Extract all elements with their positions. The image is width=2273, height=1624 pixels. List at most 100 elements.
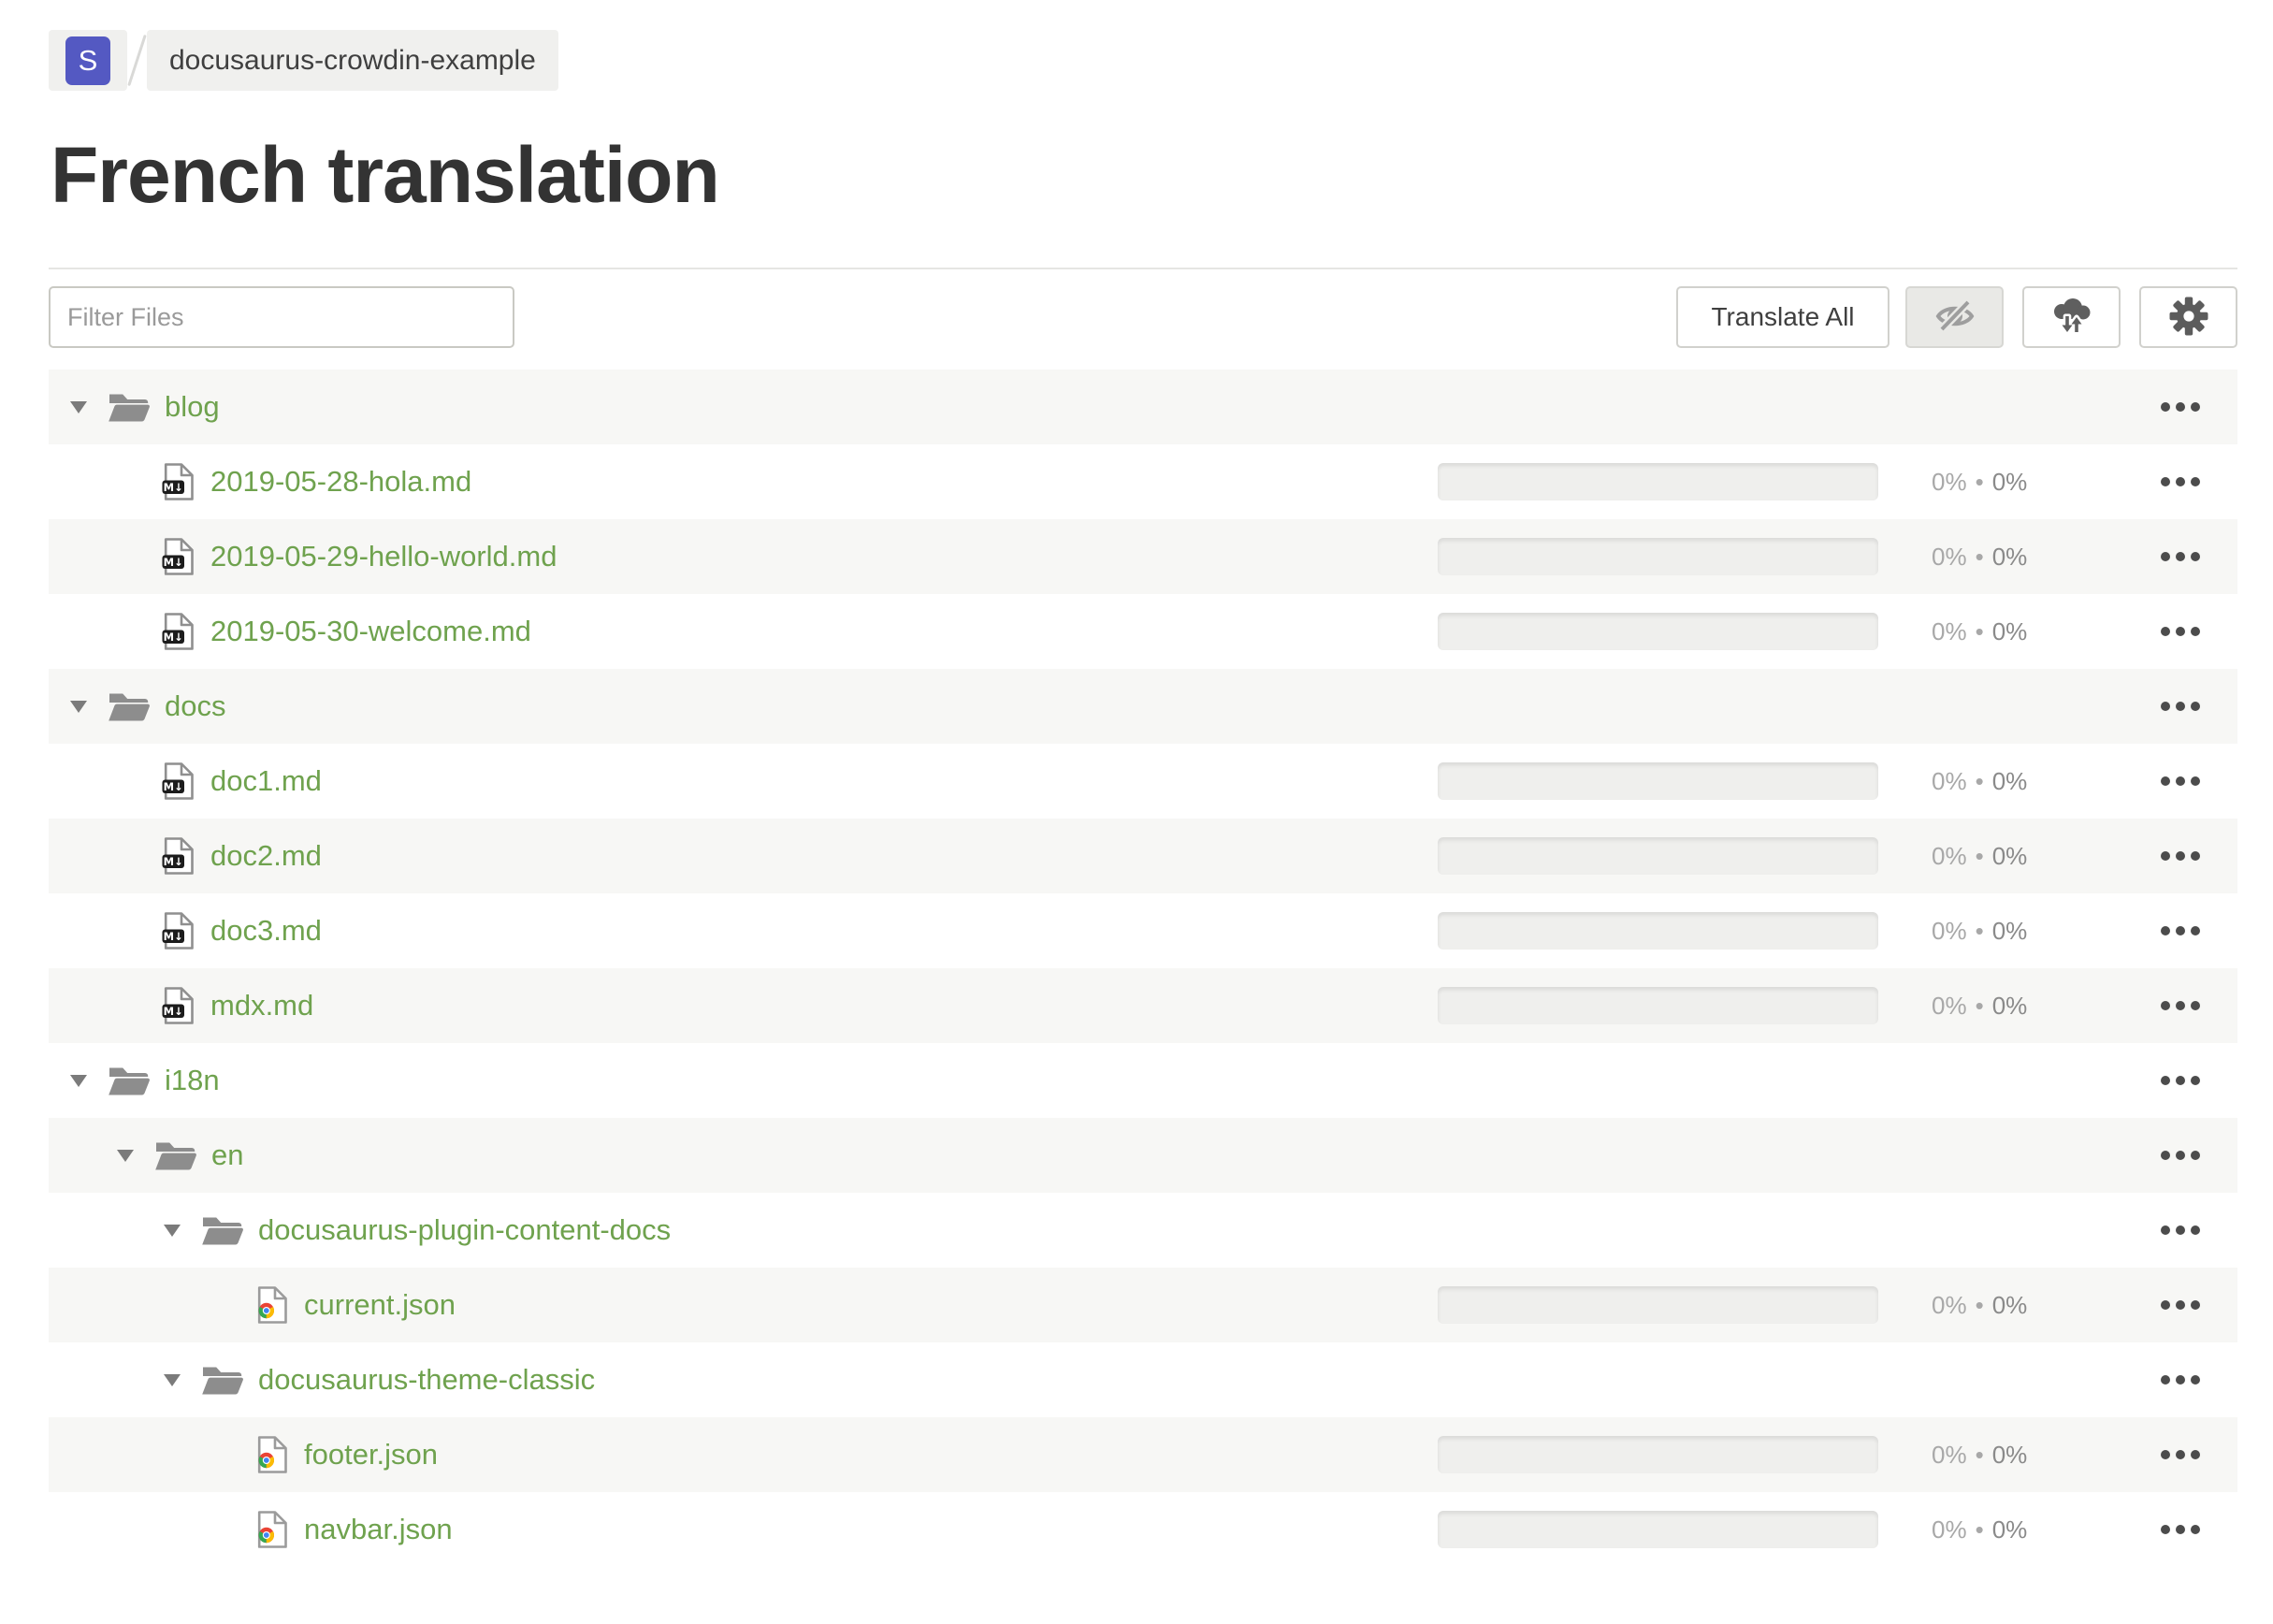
row-menu-button[interactable]	[2161, 669, 2200, 744]
svg-text:M↓: M↓	[164, 1005, 183, 1018]
collapse-caret-icon[interactable]	[117, 1149, 134, 1162]
md-file-icon: M↓	[162, 463, 194, 500]
progress-percentages: 0% • 0%	[1932, 1417, 2027, 1492]
progress-bar	[1438, 762, 1878, 800]
svg-text:M↓: M↓	[164, 855, 183, 868]
md-file-icon: M↓	[162, 538, 194, 575]
row-menu-button[interactable]	[2161, 893, 2200, 968]
row-menu-button[interactable]	[2161, 1492, 2200, 1567]
progress-bar	[1438, 987, 1878, 1024]
row-menu-button[interactable]	[2161, 968, 2200, 1043]
folder-name-link[interactable]: en	[211, 1138, 243, 1172]
collapse-caret-icon[interactable]	[70, 400, 87, 413]
row-menu-button[interactable]	[2161, 744, 2200, 819]
row-menu-button[interactable]	[2161, 1118, 2200, 1193]
settings-button[interactable]	[2139, 286, 2237, 348]
progress-percentages: 0% • 0%	[1932, 819, 2027, 893]
file-name-link[interactable]: doc1.md	[210, 764, 322, 798]
md-file-icon: M↓	[162, 987, 194, 1024]
approved-percent: 0%	[1991, 542, 2028, 571]
cloud-sync-button[interactable]	[2022, 286, 2121, 348]
collapse-caret-icon[interactable]	[70, 700, 87, 713]
folder-icon	[108, 689, 151, 723]
file-name-link[interactable]: doc3.md	[210, 914, 322, 948]
collapse-caret-icon[interactable]	[164, 1224, 181, 1237]
tree-row: M↓ 2019-05-29-hello-world.md 0% • 0%	[49, 519, 2237, 594]
translated-percent: 0%	[1932, 991, 1967, 1020]
approved-percent: 0%	[1991, 841, 2028, 870]
row-menu-button[interactable]	[2161, 444, 2200, 519]
folder-name-link[interactable]: i18n	[165, 1064, 220, 1097]
folder-icon	[201, 1213, 244, 1247]
collapse-caret-icon[interactable]	[70, 1074, 87, 1087]
svg-text:M↓: M↓	[164, 631, 183, 644]
progress-bar	[1438, 463, 1878, 500]
file-tree: blog M↓ 2019-05-28-hola.md 0% • 0% M↓ 20…	[49, 370, 2237, 1567]
progress-bar	[1438, 613, 1878, 650]
row-menu-button[interactable]	[2161, 819, 2200, 893]
translate-all-button[interactable]: Translate All	[1676, 286, 1889, 348]
percent-separator: •	[1975, 467, 1984, 496]
workspace-badge[interactable]: S	[65, 36, 110, 85]
tree-row: M↓ doc3.md 0% • 0%	[49, 893, 2237, 968]
row-menu-button[interactable]	[2161, 594, 2200, 669]
progress-percentages: 0% • 0%	[1932, 519, 2027, 594]
md-file-icon: M↓	[162, 912, 194, 950]
file-name-link[interactable]: doc2.md	[210, 839, 322, 873]
filter-files-input[interactable]	[49, 286, 514, 348]
row-menu-button[interactable]	[2161, 1043, 2200, 1118]
approved-percent: 0%	[1991, 1290, 2028, 1319]
tree-row: M↓ 2019-05-30-welcome.md 0% • 0%	[49, 594, 2237, 669]
row-menu-button[interactable]	[2161, 1342, 2200, 1417]
svg-text:M↓: M↓	[164, 780, 183, 793]
tree-row: docusaurus-plugin-content-docs	[49, 1193, 2237, 1268]
hidden-strings-toggle-button[interactable]	[1905, 286, 2004, 348]
header-divider	[49, 268, 2237, 269]
tree-row: blog	[49, 370, 2237, 444]
svg-text:M↓: M↓	[164, 556, 183, 569]
progress-percentages: 0% • 0%	[1932, 1492, 2027, 1567]
tree-row: navbar.json 0% • 0%	[49, 1492, 2237, 1567]
percent-separator: •	[1975, 766, 1984, 795]
translated-percent: 0%	[1932, 542, 1967, 571]
row-menu-button[interactable]	[2161, 519, 2200, 594]
file-name-link[interactable]: mdx.md	[210, 989, 313, 1022]
row-menu-button[interactable]	[2161, 1417, 2200, 1492]
folder-name-link[interactable]: docusaurus-plugin-content-docs	[258, 1213, 671, 1247]
file-name-link[interactable]: footer.json	[304, 1438, 438, 1472]
approved-percent: 0%	[1991, 991, 2028, 1020]
translated-percent: 0%	[1932, 1440, 1967, 1469]
file-name-link[interactable]: 2019-05-28-hola.md	[210, 465, 471, 499]
workspace-crumb[interactable]: S	[49, 30, 127, 91]
tree-row: M↓ mdx.md 0% • 0%	[49, 968, 2237, 1043]
folder-name-link[interactable]: docusaurus-theme-classic	[258, 1363, 595, 1397]
folder-icon	[201, 1363, 244, 1397]
row-menu-button[interactable]	[2161, 1193, 2200, 1268]
tree-row: M↓ doc1.md 0% • 0%	[49, 744, 2237, 819]
md-file-icon: M↓	[162, 762, 194, 800]
row-menu-button[interactable]	[2161, 370, 2200, 444]
project-crumb[interactable]: docusaurus-crowdin-example	[147, 30, 558, 91]
json-file-icon	[255, 1436, 287, 1473]
collapse-caret-icon[interactable]	[164, 1373, 181, 1386]
breadcrumb: S docusaurus-crowdin-example	[49, 30, 558, 91]
file-name-link[interactable]: navbar.json	[304, 1513, 453, 1546]
percent-separator: •	[1975, 841, 1984, 870]
progress-percentages: 0% • 0%	[1932, 594, 2027, 669]
translated-percent: 0%	[1932, 916, 1967, 945]
tree-row: M↓ 2019-05-28-hola.md 0% • 0%	[49, 444, 2237, 519]
file-name-link[interactable]: 2019-05-29-hello-world.md	[210, 540, 557, 573]
json-file-icon	[255, 1511, 287, 1548]
json-file-icon	[255, 1286, 287, 1324]
file-name-link[interactable]: current.json	[304, 1288, 456, 1322]
row-menu-button[interactable]	[2161, 1268, 2200, 1342]
folder-name-link[interactable]: blog	[165, 390, 220, 424]
percent-separator: •	[1975, 542, 1984, 571]
folder-name-link[interactable]: docs	[165, 689, 225, 723]
md-file-icon: M↓	[162, 613, 194, 650]
file-name-link[interactable]: 2019-05-30-welcome.md	[210, 615, 531, 648]
